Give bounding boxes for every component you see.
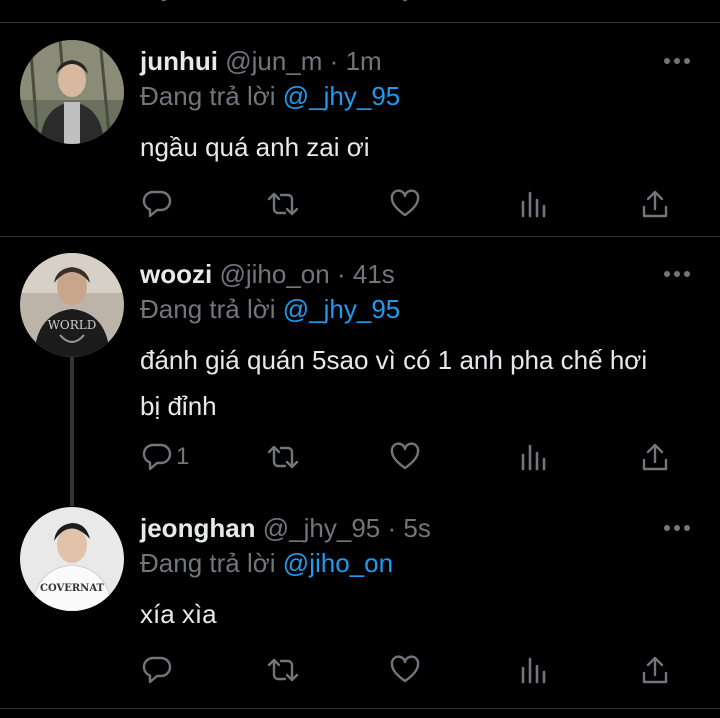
like-button[interactable] bbox=[390, 187, 420, 221]
retweet-button[interactable] bbox=[266, 440, 300, 474]
tweet-text: xía xìa bbox=[140, 599, 217, 629]
divider bbox=[0, 708, 720, 709]
tweet-header: jeonghan @_jhy_95 · 5s bbox=[140, 511, 431, 545]
separator-dot: · bbox=[387, 513, 397, 543]
share-icon bbox=[642, 443, 668, 471]
tweet-header: woozi @jiho_on · 41s bbox=[140, 257, 395, 291]
reply-count: 1 bbox=[176, 443, 190, 470]
display-name[interactable]: jeonghan bbox=[140, 513, 256, 543]
more-icon[interactable] bbox=[664, 54, 690, 68]
reply-button[interactable] bbox=[142, 653, 176, 687]
tweet-actions: 1 bbox=[140, 440, 700, 474]
svg-text:COVERNAT: COVERNAT bbox=[40, 583, 105, 594]
avatar[interactable] bbox=[20, 40, 124, 144]
views-icon bbox=[521, 444, 546, 471]
username[interactable]: @_jhy_95 bbox=[263, 513, 380, 543]
tweet[interactable]: WORLD woozi @jiho_on · 41s Đang trả lời … bbox=[0, 253, 720, 497]
share-icon bbox=[642, 190, 668, 218]
reply-prefix: Đang trả lời bbox=[140, 548, 276, 578]
reply-context: Đang trả lời @_jhy_95 bbox=[140, 292, 400, 326]
reply-icon bbox=[142, 656, 172, 684]
views-button[interactable] bbox=[518, 440, 548, 474]
tweet-actions bbox=[140, 187, 700, 221]
views-button[interactable] bbox=[518, 187, 548, 221]
tweet-text: ngầu quá anh zai ơi bbox=[140, 132, 370, 162]
reply-mention[interactable]: @_jhy_95 bbox=[283, 294, 400, 324]
reply-button[interactable]: 1 bbox=[142, 440, 189, 474]
tweet-header: junhui @jun_m · 1m bbox=[140, 44, 382, 78]
retweet-button[interactable] bbox=[266, 653, 300, 687]
display-name[interactable]: junhui bbox=[140, 46, 218, 76]
avatar[interactable]: COVERNAT bbox=[20, 507, 124, 611]
like-button[interactable] bbox=[390, 440, 420, 474]
reply-context: Đang trả lời @jiho_on bbox=[140, 546, 393, 580]
username[interactable]: @jun_m bbox=[225, 46, 322, 76]
tweet-actions bbox=[140, 653, 700, 687]
retweet-icon bbox=[267, 445, 299, 469]
separator-dot: · bbox=[336, 259, 346, 289]
share-button[interactable] bbox=[640, 187, 670, 221]
timestamp[interactable]: 5s bbox=[403, 513, 430, 543]
timestamp[interactable]: 41s bbox=[353, 259, 395, 289]
reply-context: Đang trả lời @_jhy_95 bbox=[140, 79, 400, 113]
display-name[interactable]: woozi bbox=[140, 259, 212, 289]
avatar-image: COVERNAT bbox=[20, 507, 124, 611]
avatar[interactable]: WORLD bbox=[20, 253, 124, 357]
views-icon[interactable] bbox=[518, 0, 546, 10]
like-button[interactable] bbox=[390, 653, 420, 687]
retweet-icon[interactable] bbox=[268, 0, 302, 10]
views-button[interactable] bbox=[518, 653, 548, 687]
retweet-icon bbox=[267, 192, 299, 216]
share-icon bbox=[642, 656, 668, 684]
tweet-text: đánh giá quán 5sao vì có 1 anh pha chế h… bbox=[140, 345, 648, 421]
views-icon bbox=[521, 657, 546, 684]
tweet[interactable]: junhui @jun_m · 1m Đang trả lời @_jhy_95… bbox=[0, 40, 720, 234]
like-icon[interactable] bbox=[390, 0, 420, 10]
separator-dot: · bbox=[329, 46, 339, 76]
reply-prefix: Đang trả lời bbox=[140, 81, 276, 111]
reply-mention[interactable]: @jiho_on bbox=[283, 548, 393, 578]
reply-mention[interactable]: @_jhy_95 bbox=[283, 81, 400, 111]
reply-button[interactable] bbox=[142, 187, 176, 221]
like-icon bbox=[390, 655, 420, 683]
share-button[interactable] bbox=[640, 440, 670, 474]
divider bbox=[0, 22, 720, 23]
views-icon bbox=[521, 191, 546, 218]
divider bbox=[0, 236, 720, 237]
reply-prefix: Đang trả lời bbox=[140, 294, 276, 324]
timestamp[interactable]: 1m bbox=[346, 46, 382, 76]
more-icon[interactable] bbox=[664, 267, 690, 281]
reply-icon bbox=[142, 190, 172, 218]
retweet-button[interactable] bbox=[266, 187, 300, 221]
reply-icon[interactable] bbox=[142, 0, 172, 10]
share-button[interactable] bbox=[640, 653, 670, 687]
avatar-image bbox=[20, 40, 124, 144]
more-icon[interactable] bbox=[664, 521, 690, 535]
like-icon bbox=[390, 189, 420, 217]
previous-tweet-actions bbox=[0, 0, 720, 10]
reply-icon bbox=[142, 443, 172, 471]
avatar-image: WORLD bbox=[20, 253, 124, 357]
username[interactable]: @jiho_on bbox=[219, 259, 329, 289]
tweet[interactable]: COVERNAT jeonghan @_jhy_95 · 5s Đang trả… bbox=[0, 507, 720, 701]
like-icon bbox=[390, 442, 420, 470]
svg-text:WORLD: WORLD bbox=[48, 318, 97, 332]
share-icon[interactable] bbox=[640, 0, 668, 10]
retweet-icon bbox=[267, 658, 299, 682]
